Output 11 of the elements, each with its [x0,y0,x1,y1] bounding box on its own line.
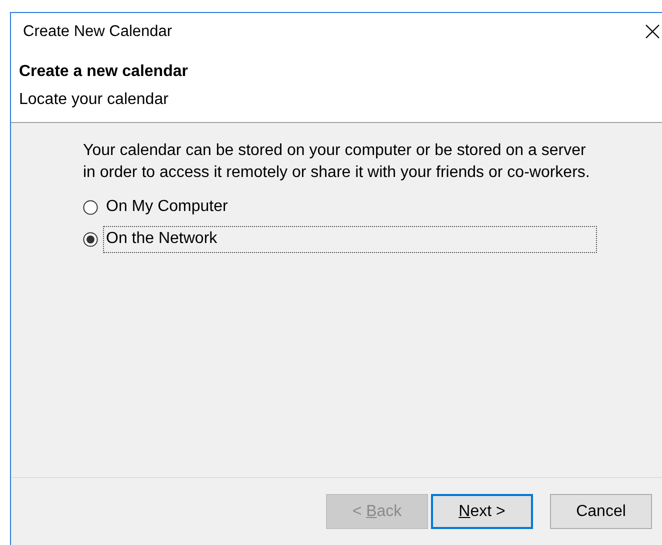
close-icon[interactable] [645,24,660,39]
radio-button[interactable] [83,200,98,214]
wizard-button[interactable]: Next > [431,494,533,529]
wizard-button[interactable]: Cancel [550,494,652,529]
page-title: Create a new calendar [19,63,189,81]
description-text: Your calendar can be stored on your computer or be stored on a server in order to access it remotely or share it with your friends or co-workers. [83,141,591,183]
window-title: Create New Calendar [23,22,172,40]
option-label[interactable]: On My Computer [103,194,597,220]
page-subtitle: Locate your calendar [19,91,170,109]
radio-button[interactable] [83,232,98,246]
option-label[interactable]: On the Network [103,226,597,252]
